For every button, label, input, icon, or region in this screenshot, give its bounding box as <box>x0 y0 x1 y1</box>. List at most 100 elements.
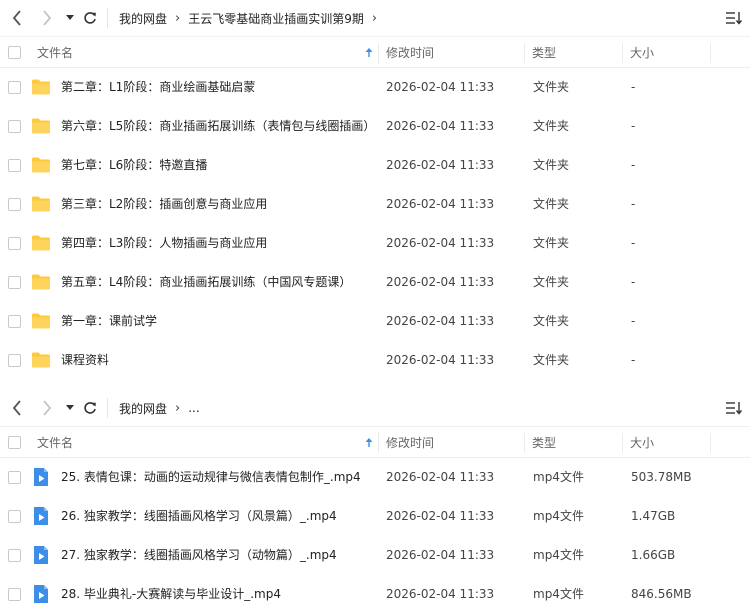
file-name[interactable]: 25. 表情包课：动画的运动规律与微信表情包制作_.mp4 <box>61 458 361 497</box>
column-type-header[interactable]: 类型 <box>532 37 556 69</box>
video-file-icon <box>34 585 48 603</box>
file-size: - <box>631 158 636 172</box>
list-item[interactable]: 第五章：L4阶段：商业插画拓展训练（中国风专题课） 2026-02-04 11:… <box>0 263 750 302</box>
file-type: mp4文件 <box>533 470 584 484</box>
video-file-icon <box>34 507 48 525</box>
file-type: 文件夹 <box>533 275 570 289</box>
history-dropdown-button[interactable] <box>64 390 76 426</box>
forward-button[interactable] <box>38 0 56 36</box>
history-dropdown-button[interactable] <box>64 0 76 36</box>
list-item[interactable]: 课程资料 2026-02-04 11:33 文件夹 - <box>0 341 750 380</box>
sort-menu-button[interactable] <box>724 0 744 36</box>
row-checkbox[interactable] <box>8 471 21 484</box>
select-all-checkbox[interactable] <box>8 436 21 449</box>
sort-list-icon <box>726 12 742 25</box>
column-time-header[interactable]: 修改时间 <box>386 37 434 69</box>
list-item[interactable]: 28. 毕业典礼-大赛解读与毕业设计_.mp4 2026-02-04 11:33… <box>0 575 750 611</box>
file-name[interactable]: 第一章：课前试学 <box>61 302 157 341</box>
row-checkbox[interactable] <box>8 276 21 289</box>
folder-icon <box>32 313 50 329</box>
refresh-icon <box>84 12 96 24</box>
list-item[interactable]: 27. 独家教学：线圈插画风格学习（动物篇）_.mp4 2026-02-04 1… <box>0 536 750 575</box>
row-checkbox[interactable] <box>8 120 21 133</box>
breadcrumb: 我的网盘 › 王云飞零基础商业插画实训第9期 › <box>119 0 385 36</box>
folder-icon <box>32 118 50 134</box>
list-item[interactable]: 第二章：L1阶段：商业绘画基础启蒙 2026-02-04 11:33 文件夹 - <box>0 68 750 107</box>
row-checkbox[interactable] <box>8 198 21 211</box>
row-checkbox[interactable] <box>8 315 21 328</box>
file-name[interactable]: 第七章：L6阶段：特邀直播 <box>61 146 207 185</box>
file-name[interactable]: 课程资料 <box>61 341 109 380</box>
column-time-header[interactable]: 修改时间 <box>386 427 434 459</box>
file-name[interactable]: 第三章：L2阶段：插画创意与商业应用 <box>61 185 267 224</box>
file-name[interactable]: 第二章：L1阶段：商业绘画基础启蒙 <box>61 68 255 107</box>
column-divider[interactable] <box>622 43 623 63</box>
toolbar-divider <box>107 398 108 418</box>
column-divider[interactable] <box>524 43 525 63</box>
breadcrumb-item-ellipsis[interactable]: ... <box>188 401 199 415</box>
list-item[interactable]: 第六章：L5阶段：商业插画拓展训练（表情包与线圈插画） 2026-02-04 1… <box>0 107 750 146</box>
file-size: 846.56MB <box>631 587 692 601</box>
row-checkbox[interactable] <box>8 588 21 601</box>
file-size: 503.78MB <box>631 470 692 484</box>
row-checkbox[interactable] <box>8 81 21 94</box>
back-button[interactable] <box>8 0 26 36</box>
breadcrumb-item-root[interactable]: 我的网盘 <box>119 10 167 27</box>
toolbar: 我的网盘 › ... <box>0 390 750 426</box>
list-item[interactable]: 第一章：课前试学 2026-02-04 11:33 文件夹 - <box>0 302 750 341</box>
column-size-header[interactable]: 大小 <box>630 427 654 459</box>
list-item[interactable]: 第四章：L3阶段：人物插画与商业应用 2026-02-04 11:33 文件夹 … <box>0 224 750 263</box>
refresh-button[interactable] <box>82 0 98 36</box>
folder-icon <box>32 235 50 251</box>
column-divider[interactable] <box>378 43 379 63</box>
list-item[interactable]: 第七章：L6阶段：特邀直播 2026-02-04 11:33 文件夹 - <box>0 146 750 185</box>
column-header: 文件名 修改时间 类型 大小 <box>0 36 750 68</box>
refresh-button[interactable] <box>82 390 98 426</box>
modified-time: 2026-02-04 11:33 <box>386 548 495 562</box>
row-checkbox[interactable] <box>8 237 21 250</box>
column-header: 文件名 修改时间 类型 大小 <box>0 426 750 458</box>
column-size-header[interactable]: 大小 <box>630 37 654 69</box>
column-divider[interactable] <box>622 433 623 453</box>
file-size: - <box>631 197 636 211</box>
list-item[interactable]: 25. 表情包课：动画的运动规律与微信表情包制作_.mp4 2026-02-04… <box>0 458 750 497</box>
column-name-header[interactable]: 文件名 <box>37 427 73 459</box>
list-item[interactable]: 第三章：L2阶段：插画创意与商业应用 2026-02-04 11:33 文件夹 … <box>0 185 750 224</box>
back-button[interactable] <box>8 390 26 426</box>
file-name[interactable]: 26. 独家教学：线圈插画风格学习（风景篇）_.mp4 <box>61 497 337 536</box>
sort-menu-button[interactable] <box>724 390 744 426</box>
column-divider[interactable] <box>524 433 525 453</box>
file-name[interactable]: 第六章：L5阶段：商业插画拓展训练（表情包与线圈插画） <box>61 107 375 146</box>
file-type: 文件夹 <box>533 353 570 367</box>
file-list: 第二章：L1阶段：商业绘画基础启蒙 2026-02-04 11:33 文件夹 -… <box>0 68 750 380</box>
file-type: 文件夹 <box>533 158 570 172</box>
file-type: mp4文件 <box>533 548 584 562</box>
row-checkbox[interactable] <box>8 159 21 172</box>
folder-icon <box>32 79 50 95</box>
folder-icon <box>32 274 50 290</box>
file-name[interactable]: 第五章：L4阶段：商业插画拓展训练（中国风专题课） <box>61 263 351 302</box>
row-checkbox[interactable] <box>8 549 21 562</box>
video-file-icon <box>34 546 48 564</box>
row-checkbox[interactable] <box>8 510 21 523</box>
modified-time: 2026-02-04 11:33 <box>386 80 495 94</box>
breadcrumb-item-root[interactable]: 我的网盘 <box>119 400 167 417</box>
row-checkbox[interactable] <box>8 354 21 367</box>
breadcrumb-item-current[interactable]: 王云飞零基础商业插画实训第9期 <box>188 10 364 27</box>
column-name-header[interactable]: 文件名 <box>37 37 73 69</box>
column-divider[interactable] <box>710 433 711 453</box>
column-type-header[interactable]: 类型 <box>532 427 556 459</box>
sort-ascending-icon[interactable] <box>365 37 373 69</box>
file-name[interactable]: 28. 毕业典礼-大赛解读与毕业设计_.mp4 <box>61 575 281 611</box>
file-name[interactable]: 27. 独家教学：线圈插画风格学习（动物篇）_.mp4 <box>61 536 337 575</box>
select-all-checkbox[interactable] <box>8 46 21 59</box>
file-name[interactable]: 第四章：L3阶段：人物插画与商业应用 <box>61 224 267 263</box>
column-divider[interactable] <box>710 43 711 63</box>
file-size: 1.66GB <box>631 548 676 562</box>
sort-ascending-icon[interactable] <box>365 427 373 459</box>
forward-button[interactable] <box>38 390 56 426</box>
column-divider[interactable] <box>378 433 379 453</box>
list-item[interactable]: 26. 独家教学：线圈插画风格学习（风景篇）_.mp4 2026-02-04 1… <box>0 497 750 536</box>
refresh-icon <box>84 402 96 414</box>
modified-time: 2026-02-04 11:33 <box>386 509 495 523</box>
